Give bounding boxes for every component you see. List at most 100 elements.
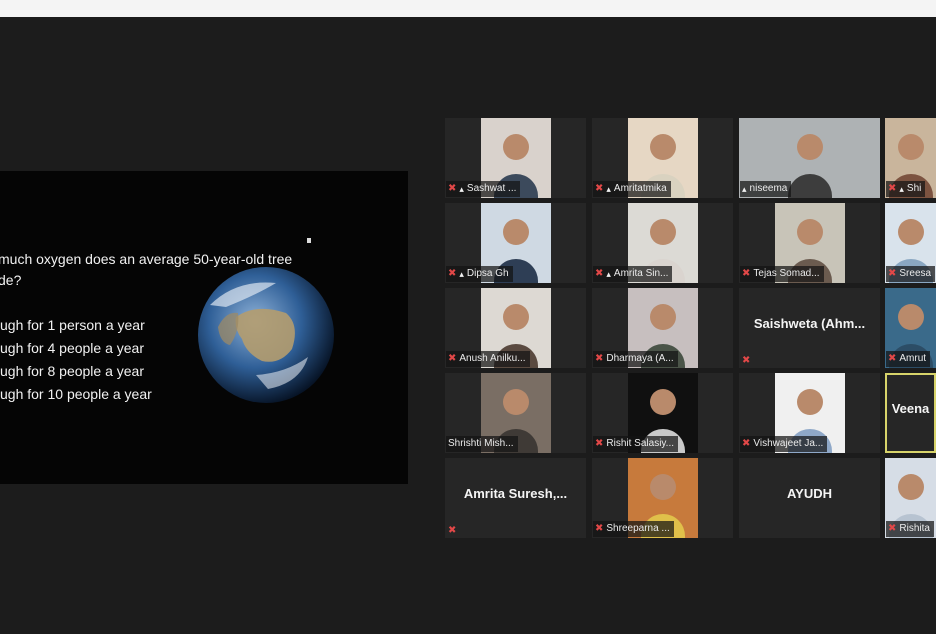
participant-tile[interactable]: ✖ ▴ Amritatmika bbox=[592, 118, 733, 198]
participant-name: Sashwat ... bbox=[466, 183, 517, 194]
participant-tile[interactable]: ✖ Amrut bbox=[885, 288, 936, 368]
participant-name-bar: Shrishti Mish... bbox=[446, 436, 518, 452]
participant-tile[interactable]: Shrishti Mish... bbox=[445, 373, 586, 453]
participant-tile[interactable]: Veena bbox=[885, 373, 936, 453]
participant-tile[interactable]: ✖ ▴ Amrita Sin... bbox=[592, 203, 733, 283]
participant-name: Amrita Sin... bbox=[613, 268, 669, 279]
participant-name-bar: ✖ Tejas Somad... bbox=[740, 266, 824, 282]
participant-tile[interactable]: ✖ Tejas Somad... bbox=[739, 203, 880, 283]
participant-tile[interactable]: ✖ ▴ Sashwat ... bbox=[445, 118, 586, 198]
pin-icon: ▴ bbox=[742, 184, 747, 194]
pin-icon: ▴ bbox=[606, 184, 611, 194]
participant-name-bar: ✖ Dharmaya (A... bbox=[593, 351, 678, 367]
participant-name: Dharmaya (A... bbox=[606, 353, 674, 364]
participant-name-bar: ✖ ▴ Dipsa Gh bbox=[446, 266, 513, 282]
muted-mic-icon: ✖ bbox=[448, 183, 457, 194]
participant-name: AYUDH bbox=[786, 486, 833, 501]
muted-mic-icon: ✖ bbox=[595, 353, 604, 364]
pin-icon: ▴ bbox=[899, 184, 904, 194]
participant-name: Dipsa Gh bbox=[466, 268, 509, 279]
participant-name-bar: ✖ Rishita bbox=[886, 521, 934, 537]
participant-name: Tejas Somad... bbox=[753, 268, 820, 279]
muted-mic-icon: ✖ bbox=[888, 183, 897, 194]
gallery-view: ✖ ▴ Sashwat ... ✖ ▴ Amritatmika ▴ niseema ✖ ▴ Shi ✖… bbox=[445, 118, 936, 539]
participant-face bbox=[502, 134, 529, 160]
pin-icon: ▴ bbox=[459, 184, 464, 194]
participant-body bbox=[787, 174, 832, 198]
answer-option: ugh for 8 people a year bbox=[0, 363, 144, 379]
participant-face bbox=[502, 389, 529, 415]
muted-mic-icon: ✖ bbox=[595, 438, 604, 449]
participant-tile[interactable]: ▴ niseema bbox=[739, 118, 880, 198]
participant-tile[interactable]: AYUDH bbox=[739, 458, 880, 538]
participant-name: Anush Anilku... bbox=[459, 353, 526, 364]
muted-mic-icon: ✖ bbox=[448, 525, 457, 536]
participant-name-bar: ✖ Rishit Salasiy... bbox=[593, 436, 679, 452]
top-bar bbox=[0, 0, 936, 17]
participant-name-bar: ✖ ▴ Sashwat ... bbox=[446, 181, 521, 197]
participant-tile[interactable]: ✖ Vishwajeet Ja... bbox=[739, 373, 880, 453]
participant-name-bar: ✖ Vishwajeet Ja... bbox=[740, 436, 828, 452]
participant-name: Rishit Salasiy... bbox=[606, 438, 675, 449]
muted-mic-icon: ✖ bbox=[595, 523, 604, 534]
participant-face bbox=[897, 474, 924, 500]
participant-tile[interactable]: Saishweta (Ahm... ✖ bbox=[739, 288, 880, 368]
muted-mic-icon: ✖ bbox=[742, 438, 751, 449]
participant-face bbox=[796, 219, 823, 245]
participant-name: Amritatmika bbox=[613, 183, 667, 194]
participant-name: Shi bbox=[906, 183, 922, 194]
shared-screen-slide: much oxygen does an average 50-year-old … bbox=[0, 171, 408, 484]
participant-tile[interactable]: ✖ ▴ Dipsa Gh bbox=[445, 203, 586, 283]
muted-mic-icon: ✖ bbox=[595, 183, 604, 194]
muted-mic-icon: ✖ bbox=[888, 523, 897, 534]
participant-name: Sreesa bbox=[899, 268, 932, 279]
participant-face bbox=[649, 219, 676, 245]
participant-name: Amrita Suresh,... bbox=[463, 486, 568, 501]
participant-name-bar: ✖ Sreesa bbox=[886, 266, 936, 282]
participant-name-bar: ✖ ▴ Shi bbox=[886, 181, 926, 197]
muted-mic-icon: ✖ bbox=[888, 268, 897, 279]
participant-name: Veena bbox=[891, 401, 930, 416]
participant-name: Vishwajeet Ja... bbox=[753, 438, 824, 449]
earth-image bbox=[198, 267, 334, 403]
participant-tile[interactable]: ✖ Anush Anilku... bbox=[445, 288, 586, 368]
muted-mic-icon: ✖ bbox=[448, 268, 457, 279]
participant-name: Shrishti Mish... bbox=[448, 438, 514, 449]
participant-face bbox=[796, 134, 823, 160]
muted-mic-icon: ✖ bbox=[448, 353, 457, 364]
participant-name-bar: ✖ ▴ Amrita Sin... bbox=[593, 266, 673, 282]
participant-tile[interactable]: ✖ Shreeparna ... bbox=[592, 458, 733, 538]
muted-mic-icon: ✖ bbox=[888, 353, 897, 364]
participant-face bbox=[649, 304, 676, 330]
muted-mic-icon: ✖ bbox=[595, 268, 604, 279]
muted-mic-icon: ✖ bbox=[742, 355, 751, 366]
participant-tile[interactable]: ✖ Rishit Salasiy... bbox=[592, 373, 733, 453]
participant-tile[interactable]: ✖ Rishita bbox=[885, 458, 936, 538]
participant-name: Shreeparna ... bbox=[606, 523, 670, 534]
participant-tile[interactable]: ✖ Dharmaya (A... bbox=[592, 288, 733, 368]
mouse-cursor bbox=[307, 238, 311, 243]
answer-option: ugh for 4 people a year bbox=[0, 340, 144, 356]
participant-tile[interactable]: Amrita Suresh,... ✖ bbox=[445, 458, 586, 538]
participant-name-bar: ✖ ▴ Amritatmika bbox=[593, 181, 671, 197]
participant-name-bar: ✖ Amrut bbox=[886, 351, 931, 367]
participant-tile[interactable]: ✖ Sreesa bbox=[885, 203, 936, 283]
participant-face bbox=[649, 474, 676, 500]
participant-face bbox=[502, 219, 529, 245]
participant-name-bar: ▴ niseema bbox=[740, 181, 792, 197]
participant-name: Rishita bbox=[899, 523, 930, 534]
answer-option: ugh for 1 person a year bbox=[0, 317, 145, 333]
answer-options: ugh for 1 person a year ugh for 4 people… bbox=[0, 314, 152, 406]
participant-face bbox=[897, 304, 924, 330]
muted-mic-icon: ✖ bbox=[742, 268, 751, 279]
participant-name: niseema bbox=[749, 183, 788, 194]
participant-face bbox=[897, 219, 924, 245]
pin-icon: ▴ bbox=[459, 269, 464, 279]
participant-tile[interactable]: ✖ ▴ Shi bbox=[885, 118, 936, 198]
participant-face bbox=[649, 134, 676, 160]
participant-name: Amrut bbox=[899, 353, 927, 364]
participant-name: Saishweta (Ahm... bbox=[753, 316, 866, 331]
answer-option: ugh for 10 people a year bbox=[0, 386, 152, 402]
participant-face bbox=[897, 134, 924, 160]
participant-name-bar: ✖ Anush Anilku... bbox=[446, 351, 530, 367]
